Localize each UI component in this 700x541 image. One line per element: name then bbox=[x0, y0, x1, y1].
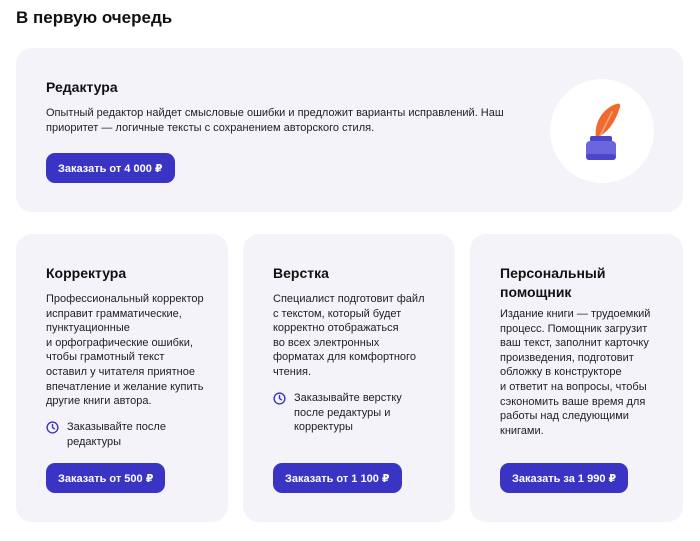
card-title: Верстка bbox=[273, 265, 329, 281]
card-title: Персональный помощник bbox=[500, 265, 606, 300]
card-title: Редактура bbox=[46, 79, 118, 95]
inkwell-feather-icon bbox=[586, 103, 621, 160]
clock-icon bbox=[46, 421, 59, 434]
card-description: Издание книги — трудоемкий процесс. Помо… bbox=[500, 308, 651, 437]
card-proofreading: Корректура Профессиональный корректор ис… bbox=[16, 234, 228, 522]
card-layout: Верстка Специалист подготовит файл с тек… bbox=[243, 234, 455, 522]
order-proofreading-button[interactable]: Заказать от 500 ₽ bbox=[46, 463, 166, 493]
order-layout-button[interactable]: Заказать от 1 100 ₽ bbox=[273, 463, 402, 493]
card-description: Профессиональный корректор исправит грам… bbox=[46, 293, 204, 408]
card-title: Корректура bbox=[46, 265, 127, 281]
note-proofreading: Заказывайте после редактуры bbox=[46, 420, 166, 449]
card-assistant: Персональный помощник Издание книги — тр… bbox=[470, 234, 683, 522]
section-title: В первую очередь bbox=[16, 8, 173, 27]
icon-circle bbox=[550, 79, 654, 183]
order-assistant-button[interactable]: Заказать за 1 990 ₽ bbox=[500, 463, 629, 493]
note-layout: Заказывайте верстку после редактуры и ко… bbox=[273, 391, 402, 435]
card-description: Специалист подготовит файл с текстом, ко… bbox=[273, 293, 425, 378]
card-editing: Редактура Опытный редактор найдет смысло… bbox=[16, 48, 683, 212]
order-editing-button[interactable]: Заказать от 4 000 ₽ bbox=[46, 153, 175, 183]
clock-icon bbox=[273, 392, 286, 405]
card-description: Опытный редактор найдет смысловые ошибки… bbox=[46, 107, 504, 134]
